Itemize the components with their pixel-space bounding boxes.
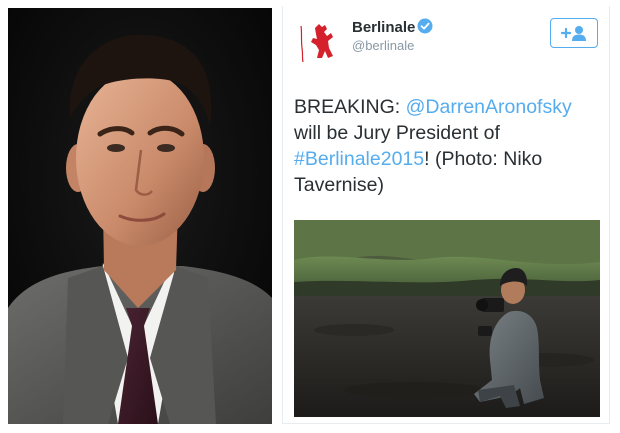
- user-handle[interactable]: @berlinale: [352, 38, 414, 53]
- portrait-photo: [8, 8, 272, 424]
- tweet-text-middle: will be Jury President of: [294, 122, 500, 144]
- tweet-text-prefix: BREAKING:: [294, 96, 406, 118]
- display-name[interactable]: Berlinale: [352, 19, 415, 36]
- tweet-card: Berlinale @berlinale BREAKING: @DarrenAr…: [282, 6, 610, 424]
- mention-link[interactable]: @DarrenAronofsky: [406, 96, 572, 118]
- photographer-landscape-image: [294, 220, 600, 417]
- add-user-icon: [560, 26, 586, 41]
- tweet-media-photo[interactable]: [294, 220, 600, 417]
- follow-button[interactable]: [550, 18, 598, 48]
- hashtag-link[interactable]: #Berlinale2015: [294, 148, 424, 170]
- avatar[interactable]: [297, 18, 343, 64]
- berlinale-bear-logo-icon: [300, 24, 333, 63]
- portrait-image: [8, 8, 272, 424]
- verified-badge-icon: [417, 18, 433, 34]
- tweet-text: BREAKING: @DarrenAronofsky will be Jury …: [294, 94, 604, 198]
